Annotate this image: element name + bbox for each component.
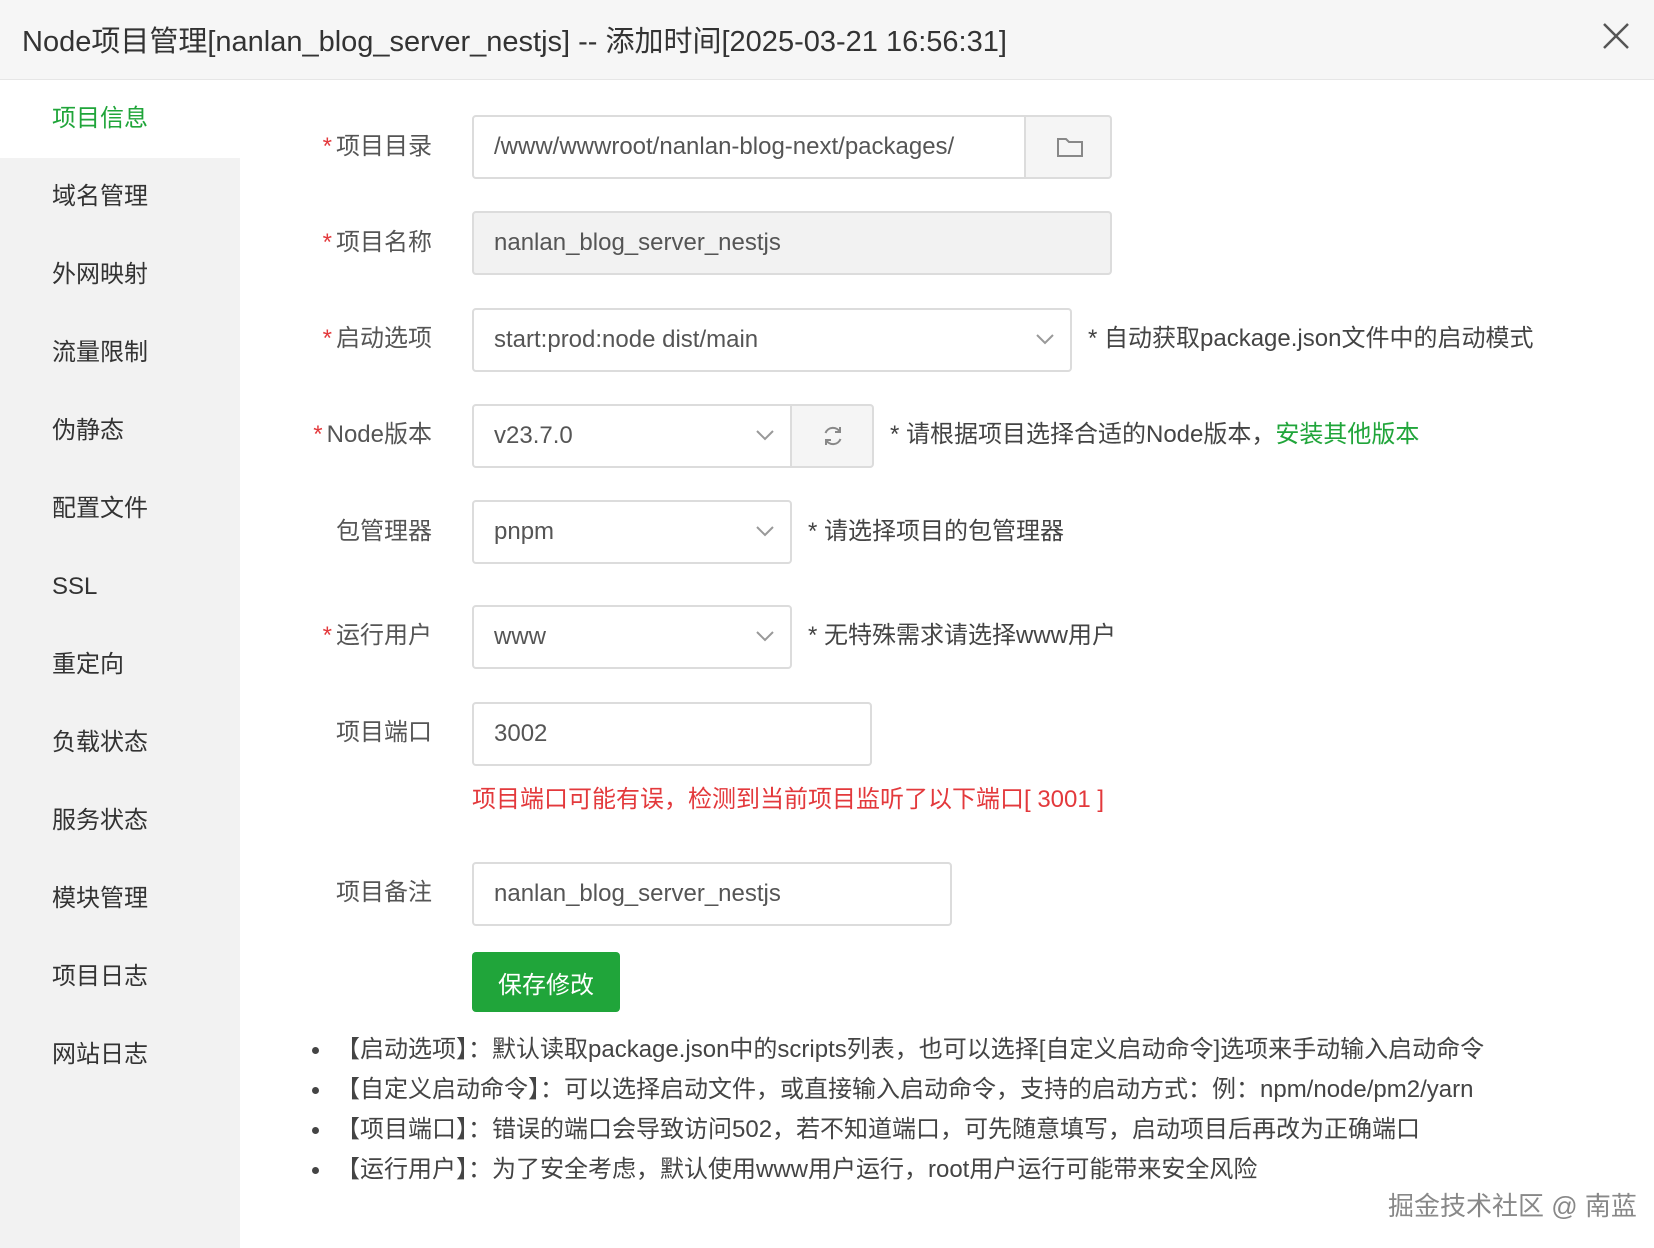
sidebar-item-external-mapping[interactable]: 外网映射 xyxy=(0,236,240,314)
chevron-down-icon xyxy=(756,430,774,441)
refresh-node-version-button[interactable] xyxy=(790,404,874,468)
run-user-hint: * 无特殊需求请选择www用户 xyxy=(808,622,1117,649)
sidebar-item-redirect[interactable]: 重定向 xyxy=(0,626,240,704)
install-other-version-link[interactable]: 安装其他版本 xyxy=(1275,421,1419,448)
sidebar: 项目信息 域名管理 外网映射 流量限制 伪静态 配置文件 SSL 重定向 负载状… xyxy=(0,80,240,1248)
node-version-label: * Node版本 xyxy=(313,421,432,448)
folder-icon xyxy=(1057,138,1083,157)
remark-input[interactable]: nanlan_blog_server_nestjs xyxy=(472,862,952,926)
run-user-label: * 运行用户 xyxy=(322,622,432,649)
sidebar-item-traffic-limit[interactable]: 流量限制 xyxy=(0,314,240,392)
note-item: 【运行用户】：为了安全考虑，默认使用www用户运行，root用户运行可能带来安全… xyxy=(300,1150,1484,1190)
sidebar-item-site-log[interactable]: 网站日志 xyxy=(0,1016,240,1094)
close-button[interactable] xyxy=(1598,18,1634,54)
folder-picker-button[interactable] xyxy=(1024,115,1112,179)
sidebar-item-config-file[interactable]: 配置文件 xyxy=(0,470,240,548)
node-version-value: v23.7.0 xyxy=(494,422,573,449)
sidebar-item-project-log[interactable]: 项目日志 xyxy=(0,938,240,1016)
remark-label: 项目备注 xyxy=(336,879,432,906)
port-label: 项目端口 xyxy=(336,719,432,746)
chevron-down-icon xyxy=(756,526,774,537)
sidebar-item-module[interactable]: 模块管理 xyxy=(0,860,240,938)
dialog-title: Node项目管理[nanlan_blog_server_nestjs] -- 添… xyxy=(22,26,1007,58)
start-option-label: * 启动选项 xyxy=(322,325,432,352)
note-item: 【自定义启动命令】：可以选择启动文件，或直接输入启动命令，支持的启动方式：例：n… xyxy=(300,1070,1484,1110)
watermark: 掘金技术社区 @ 南蓝 xyxy=(1388,1191,1637,1221)
start-option-hint: * 自动获取package.json文件中的启动模式 xyxy=(1088,325,1534,352)
port-error-message: 项目端口可能有误，检测到当前项目监听了以下端口[ 3001 ] xyxy=(472,786,1105,813)
sidebar-item-project-info[interactable]: 项目信息 xyxy=(0,80,240,158)
package-manager-hint: * 请选择项目的包管理器 xyxy=(808,518,1065,545)
package-manager-select[interactable]: pnpm xyxy=(472,500,792,564)
run-user-value: www xyxy=(494,623,546,650)
package-manager-value: pnpm xyxy=(494,518,555,545)
project-dir-label: * 项目目录 xyxy=(322,133,432,160)
refresh-icon xyxy=(824,426,842,446)
package-manager-label: 包管理器 xyxy=(336,518,432,545)
help-notes: 【启动选项】：默认读取package.json中的scripts列表，也可以选择… xyxy=(300,1030,1484,1190)
sidebar-item-domain[interactable]: 域名管理 xyxy=(0,158,240,236)
save-button[interactable]: 保存修改 xyxy=(472,952,620,1012)
note-item: 【项目端口】：错误的端口会导致访问502，若不知道端口，可先随意填写，启动项目后… xyxy=(300,1110,1484,1150)
note-item: 【启动选项】：默认读取package.json中的scripts列表，也可以选择… xyxy=(300,1030,1484,1070)
sidebar-item-rewrite[interactable]: 伪静态 xyxy=(0,392,240,470)
dialog-titlebar: Node项目管理[nanlan_blog_server_nestjs] -- 添… xyxy=(0,0,1654,80)
start-option-value: start:prod:node dist/main xyxy=(494,326,759,353)
chevron-down-icon xyxy=(1036,334,1054,345)
sidebar-item-service-status[interactable]: 服务状态 xyxy=(0,782,240,860)
sidebar-item-ssl[interactable]: SSL xyxy=(0,548,240,626)
node-version-hint: * 请根据项目选择合适的Node版本，安装其他版本 xyxy=(890,421,1420,448)
required-mark: * xyxy=(322,133,332,160)
port-input[interactable]: 3002 xyxy=(472,702,872,766)
project-name-label: * 项目名称 xyxy=(322,229,432,256)
run-user-select[interactable]: www xyxy=(472,605,792,669)
start-option-select[interactable]: start:prod:node dist/main xyxy=(472,308,1072,372)
project-name-input[interactable]: nanlan_blog_server_nestjs xyxy=(472,211,1112,275)
project-dir-input[interactable]: /www/wwwroot/nanlan-blog-next/packages/ xyxy=(472,115,1026,179)
close-icon xyxy=(1603,23,1629,49)
node-version-select[interactable]: v23.7.0 xyxy=(472,404,792,468)
chevron-down-icon xyxy=(756,631,774,642)
sidebar-item-load-status[interactable]: 负载状态 xyxy=(0,704,240,782)
